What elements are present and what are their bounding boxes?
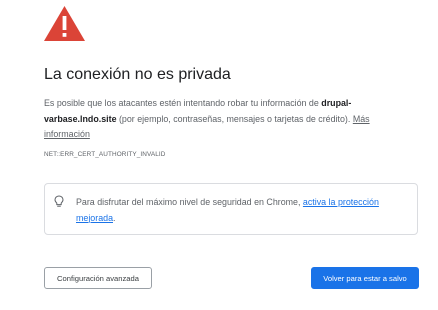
explanation-text: Es posible que los atacantes estén inten…: [44, 96, 394, 143]
enhanced-protection-box: Para disfrutar del máximo nivel de segur…: [44, 183, 418, 235]
explanation-suffix: (por ejemplo, contraseñas, mensajes o ta…: [116, 113, 353, 124]
protection-suffix: .: [113, 212, 116, 223]
enhanced-protection-text: Para disfrutar del máximo nivel de segur…: [76, 195, 406, 226]
warning-triangle-icon: [43, 5, 86, 42]
protection-message: Para disfrutar del máximo nivel de segur…: [76, 197, 303, 207]
explanation-prefix: Es posible que los atacantes estén inten…: [44, 98, 322, 108]
advanced-settings-button[interactable]: Configuración avanzada: [44, 267, 152, 289]
error-code: NET::ERR_CERT_AUTHORITY_INVALID: [44, 151, 166, 158]
page-title: La conexión no es privada: [44, 66, 231, 83]
lightbulb-icon: [54, 195, 64, 208]
back-to-safety-button[interactable]: Volver para estar a salvo: [311, 267, 419, 289]
